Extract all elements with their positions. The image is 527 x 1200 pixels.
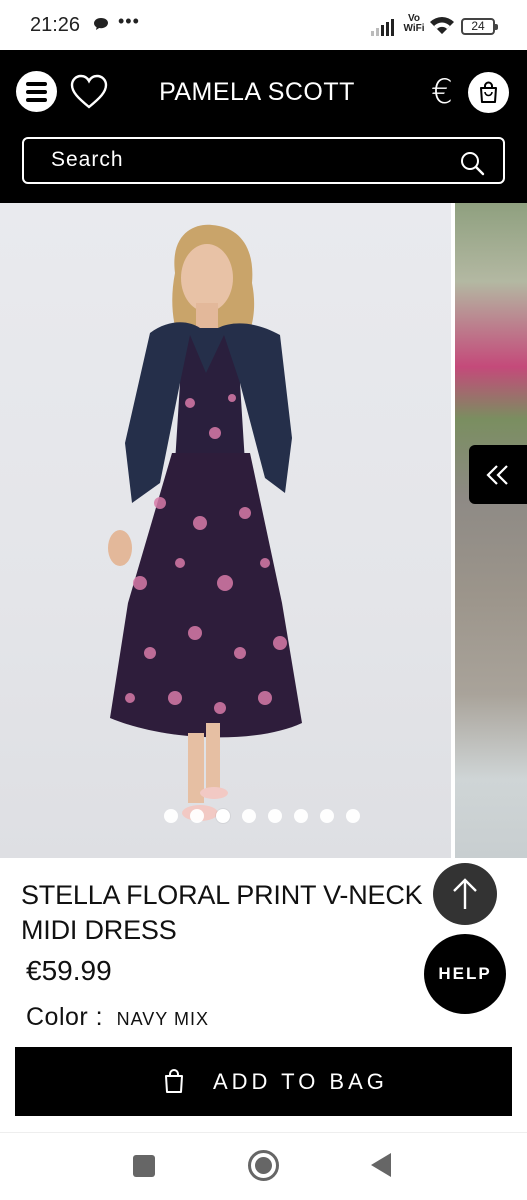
message-icon bbox=[94, 18, 108, 30]
search-placeholder: Search bbox=[51, 148, 124, 171]
back-icon[interactable] bbox=[371, 1153, 391, 1177]
color-value: NAVY MIX bbox=[116, 1009, 209, 1029]
signal-icon bbox=[371, 19, 394, 36]
double-chevron-left-icon bbox=[486, 465, 508, 485]
color-label: Color : bbox=[26, 1003, 104, 1031]
gallery-dot[interactable] bbox=[346, 809, 360, 823]
gallery-dot[interactable] bbox=[216, 809, 230, 823]
arrow-up-icon bbox=[453, 878, 477, 909]
product-photo-next[interactable] bbox=[455, 203, 527, 858]
gallery-pagination-dots bbox=[164, 809, 360, 823]
product-price: €59.99 bbox=[26, 955, 112, 986]
product-photo-main[interactable] bbox=[0, 203, 451, 858]
gallery-dot[interactable] bbox=[294, 809, 308, 823]
gallery-dot[interactable] bbox=[320, 809, 334, 823]
shopping-bag-icon bbox=[165, 1069, 183, 1093]
brand-logo[interactable]: PAMELA SCOTT bbox=[132, 78, 382, 107]
shopping-bag-icon bbox=[480, 81, 497, 103]
wifi-icon bbox=[430, 17, 454, 34]
gallery-collapse-button[interactable] bbox=[469, 445, 527, 504]
product-image-gallery[interactable] bbox=[0, 203, 527, 858]
add-to-bag-label: ADD TO BAG bbox=[213, 1069, 388, 1094]
scroll-to-top-button[interactable] bbox=[433, 863, 497, 925]
help-button[interactable]: HELP bbox=[424, 934, 506, 1014]
gallery-dot[interactable] bbox=[268, 809, 282, 823]
more-notifications: ••• bbox=[118, 11, 140, 31]
status-time: 21:26 bbox=[30, 14, 81, 36]
product-title: STELLA FLORAL PRINT V-NECK MIDI DRESS bbox=[21, 880, 423, 945]
home-icon[interactable] bbox=[248, 1150, 279, 1181]
battery-indicator: 24 bbox=[461, 18, 498, 35]
search-icon[interactable] bbox=[459, 150, 485, 176]
currency-selector[interactable]: € bbox=[425, 72, 459, 112]
gallery-dot[interactable] bbox=[242, 809, 256, 823]
site-header: PAMELA SCOTT € Search bbox=[0, 50, 527, 203]
shopping-bag-button[interactable] bbox=[468, 72, 509, 113]
wishlist-heart-icon[interactable] bbox=[70, 74, 108, 110]
gallery-dot[interactable] bbox=[164, 809, 178, 823]
status-bar: 21:26 ••• Vo WiFi 24 bbox=[0, 0, 527, 50]
add-to-bag-button[interactable]: ADD TO BAG bbox=[15, 1047, 512, 1116]
search-field[interactable]: Search bbox=[22, 137, 505, 184]
color-selector: Color : NAVY MIX bbox=[26, 1003, 209, 1032]
system-navigation-bar bbox=[0, 1132, 527, 1200]
recent-apps-icon[interactable] bbox=[133, 1155, 155, 1177]
gallery-dot[interactable] bbox=[190, 809, 204, 823]
vowifi-indicator: Vo WiFi bbox=[403, 13, 425, 34]
model-figure-illustration bbox=[108, 224, 302, 821]
menu-button[interactable] bbox=[16, 71, 57, 112]
